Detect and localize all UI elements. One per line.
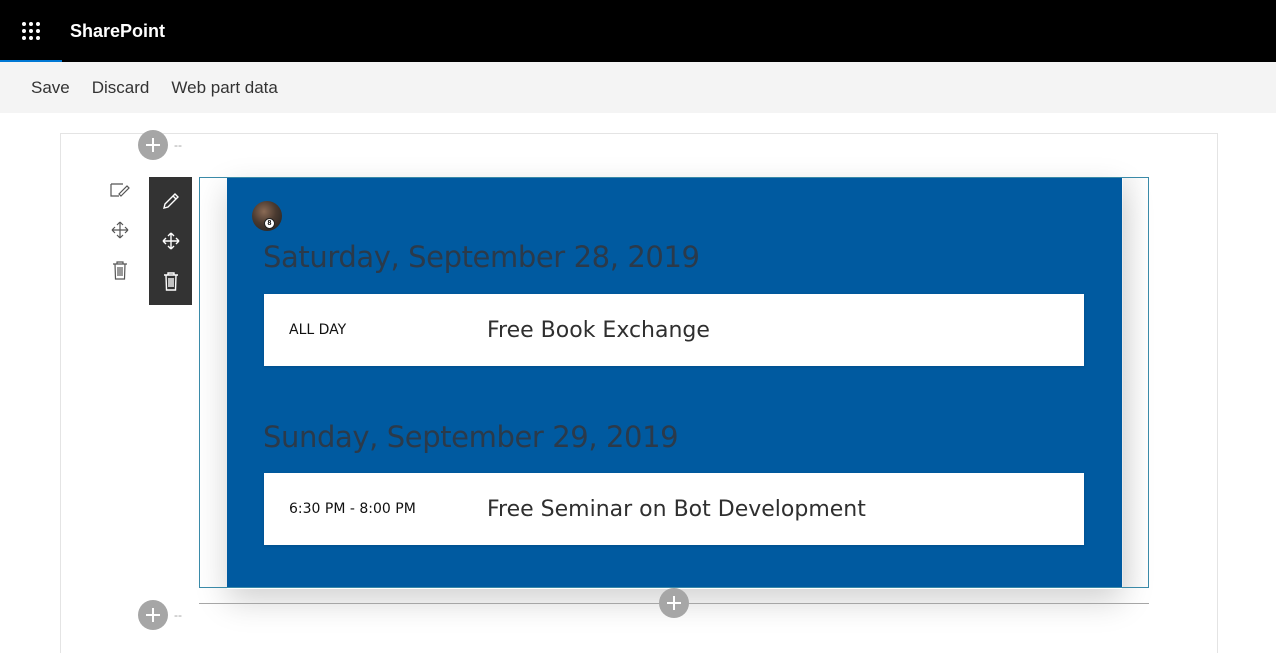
delete-icon xyxy=(113,261,127,280)
edit-section-icon xyxy=(110,183,130,197)
add-section-button-bottom[interactable] xyxy=(138,600,168,630)
add-icon xyxy=(146,608,160,622)
edit-web-part-button[interactable] xyxy=(149,181,192,221)
add-dash: -- xyxy=(174,608,182,622)
avatar: 8 xyxy=(252,201,282,231)
move-icon xyxy=(111,221,129,239)
delete-icon xyxy=(163,272,178,291)
event-title: Free Book Exchange xyxy=(487,318,710,343)
save-button[interactable]: Save xyxy=(20,78,81,98)
move-icon xyxy=(162,232,179,250)
add-section-button-top[interactable] xyxy=(138,130,168,160)
billiard-ball-icon: 8 xyxy=(264,218,275,229)
event-card[interactable]: 6:30 PM - 8:00 PM Free Seminar on Bot De… xyxy=(264,473,1084,545)
day-heading: Sunday, September 29, 2019 xyxy=(263,420,679,454)
command-bar: Save Discard Web part data xyxy=(0,62,1276,113)
discard-button[interactable]: Discard xyxy=(81,78,161,98)
event-time: 6:30 PM - 8:00 PM xyxy=(289,501,416,517)
event-time: ALL DAY xyxy=(289,322,347,338)
event-card[interactable]: ALL DAY Free Book Exchange xyxy=(264,294,1084,366)
move-section-button[interactable] xyxy=(106,210,134,250)
web-part-data-button[interactable]: Web part data xyxy=(160,78,288,98)
add-icon xyxy=(667,596,681,610)
delete-section-button[interactable] xyxy=(106,250,134,290)
app-launcher-button[interactable] xyxy=(0,0,62,62)
delete-web-part-button[interactable] xyxy=(149,261,192,301)
add-dash: -- xyxy=(174,138,182,152)
web-part-toolbar xyxy=(149,177,192,305)
move-web-part-button[interactable] xyxy=(149,221,192,261)
suite-bar: SharePoint xyxy=(0,0,1276,62)
app-name[interactable]: SharePoint xyxy=(70,0,165,62)
add-icon xyxy=(146,138,160,152)
event-title: Free Seminar on Bot Development xyxy=(487,497,866,522)
add-web-part-button[interactable] xyxy=(659,588,689,618)
section-toolbar xyxy=(106,170,134,290)
day-heading: Saturday, September 28, 2019 xyxy=(263,240,700,274)
pencil-icon xyxy=(162,193,179,209)
waffle-icon xyxy=(22,22,40,40)
edit-section-button[interactable] xyxy=(106,170,134,210)
